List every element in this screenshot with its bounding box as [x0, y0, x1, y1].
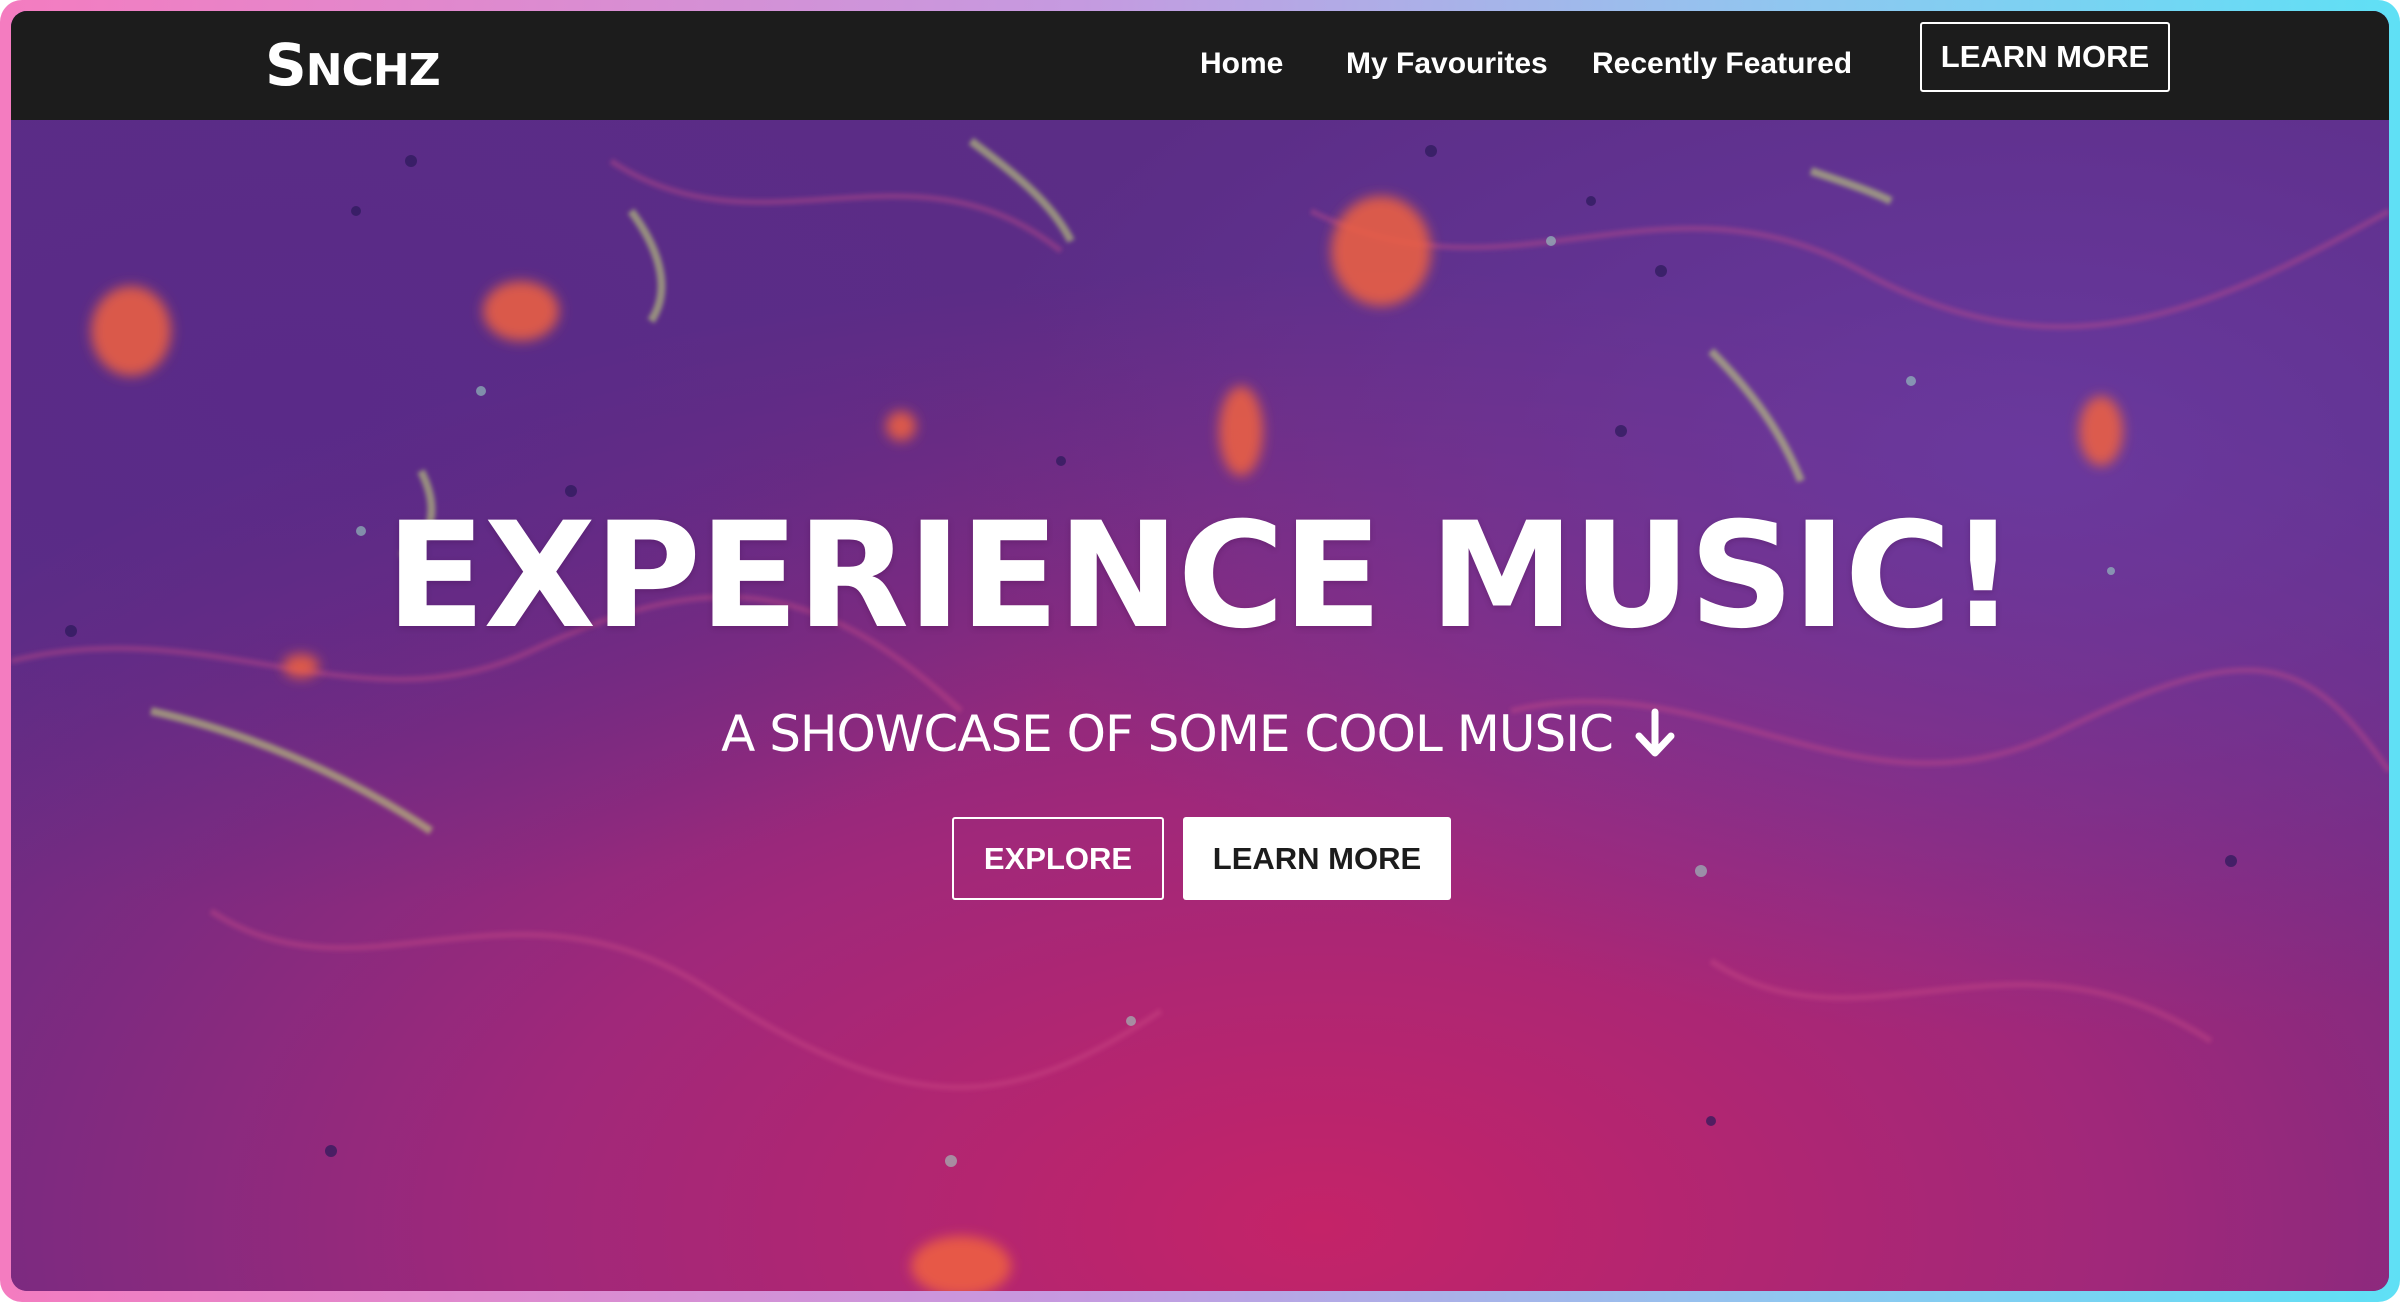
hero-subtitle: A SHOWCASE OF SOME COOL MUSIC [11, 699, 2389, 769]
page-viewport: SNCHZ Home My Favourites Recently Featur… [11, 11, 2389, 1291]
nav-learn-more-button[interactable]: LEARN MORE [1920, 22, 2170, 92]
hero-subtitle-text: A SHOWCASE OF SOME COOL MUSIC [721, 705, 1614, 763]
explore-button[interactable]: EXPLORE [952, 817, 1164, 900]
brand-logo[interactable]: SNCHZ [265, 35, 441, 101]
brand-logo-initial: S [265, 31, 307, 99]
hero-learn-more-button[interactable]: LEARN MORE [1183, 817, 1451, 900]
browser-frame: SNCHZ Home My Favourites Recently Featur… [0, 0, 2400, 1302]
nav-link-my-favourites[interactable]: My Favourites [1346, 47, 1548, 81]
nav-link-home[interactable]: Home [1200, 47, 1283, 81]
top-navbar: SNCHZ Home My Favourites Recently Featur… [11, 11, 2389, 120]
arrow-down-icon [1631, 708, 1679, 760]
hero-title: EXPERIENCE MUSIC! [385, 491, 2016, 661]
nav-link-recently-featured[interactable]: Recently Featured [1592, 47, 1852, 81]
brand-logo-rest: NCHZ [305, 45, 441, 96]
